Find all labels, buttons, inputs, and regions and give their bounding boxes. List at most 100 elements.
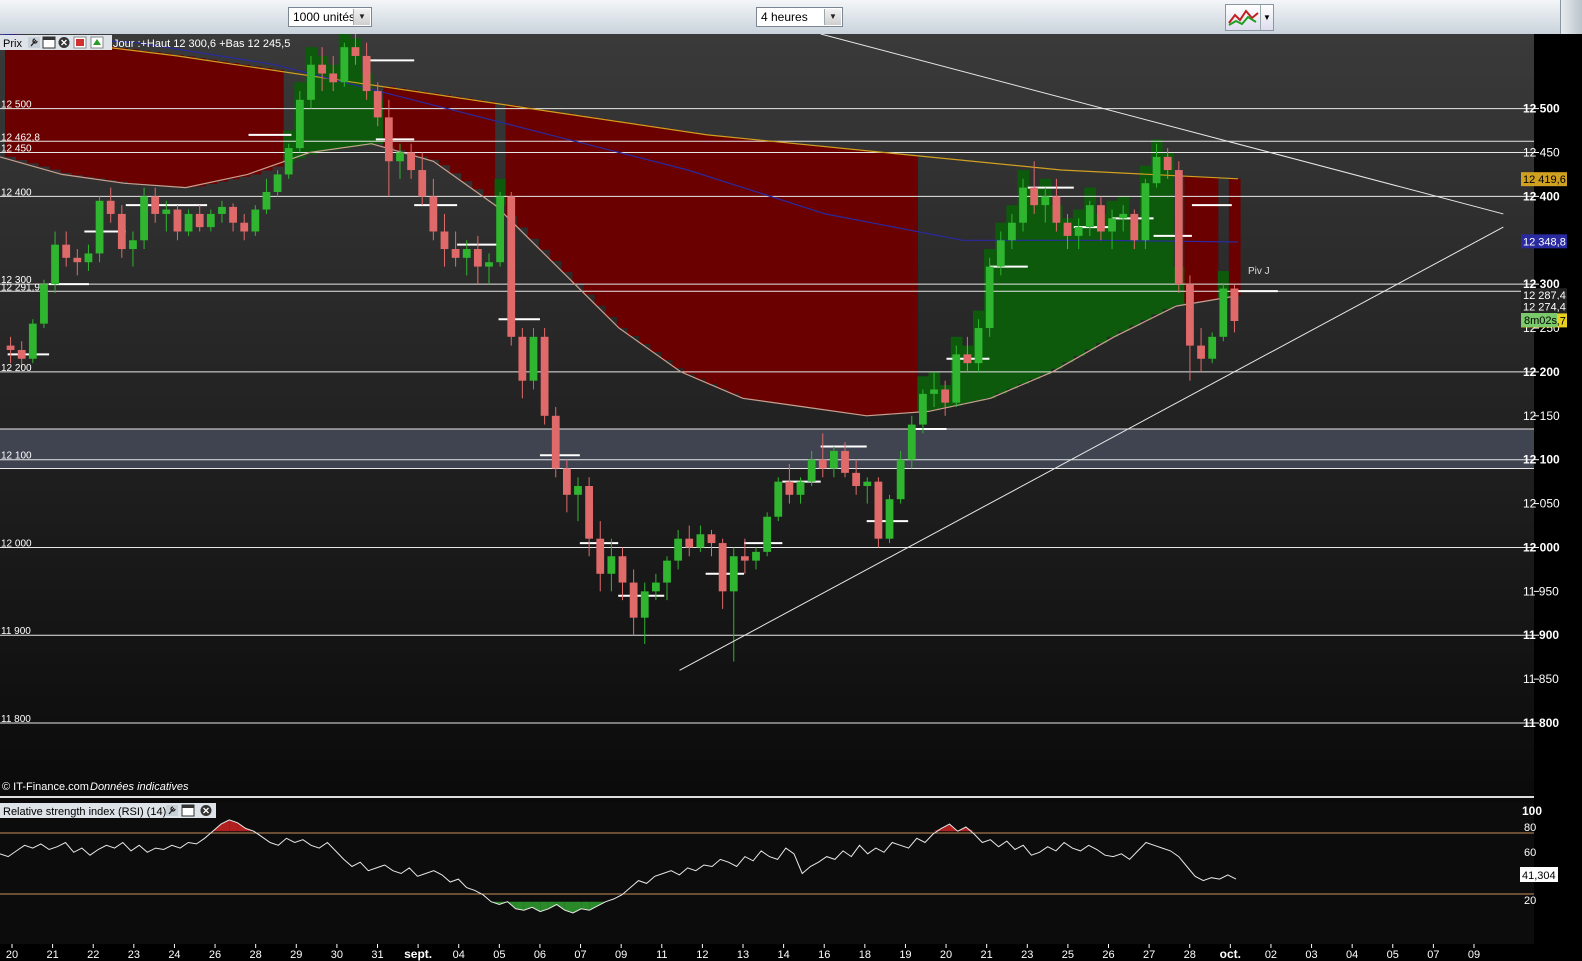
- wrench-icon[interactable]: [28, 37, 40, 48]
- candle-body: [284, 148, 293, 175]
- candle-body: [1141, 183, 1150, 241]
- x-tick-label: oct.: [1220, 947, 1241, 961]
- candle-body: [930, 389, 938, 394]
- candle-body: [740, 556, 749, 561]
- wrench-icon[interactable]: [166, 805, 178, 816]
- rsi-tick: 100: [1522, 804, 1542, 818]
- bull-zone: [1028, 187, 1041, 380]
- candle-body: [129, 240, 137, 250]
- rsi-tick: 80: [1524, 822, 1536, 834]
- candle-body: [195, 213, 204, 228]
- x-tick-label: 27: [1143, 949, 1155, 961]
- candle-body: [1052, 196, 1061, 223]
- scroll-handle[interactable]: [1560, 0, 1582, 34]
- x-tick-label: 26: [209, 949, 221, 961]
- window-icon[interactable]: [42, 36, 56, 49]
- candle-body: [496, 196, 505, 263]
- x-tick-label: 20: [940, 949, 952, 961]
- window-icon[interactable]: [181, 804, 195, 817]
- candle-body: [729, 556, 738, 592]
- candle-body: [585, 486, 594, 539]
- level-label: 12 000: [1, 538, 32, 549]
- bear-zone: [572, 115, 585, 284]
- bear-zone: [183, 56, 195, 188]
- x-tick-label: sept.: [404, 947, 432, 961]
- bear-zone: [794, 144, 807, 407]
- chart-type-button[interactable]: ▼: [1225, 4, 1274, 31]
- candle-body: [1130, 213, 1139, 241]
- candle-body: [651, 582, 660, 592]
- candle-body: [140, 196, 148, 241]
- bear-zone: [561, 113, 574, 273]
- candle-body: [1152, 156, 1161, 184]
- candle-body: [1230, 288, 1239, 322]
- bear-zone: [861, 150, 874, 416]
- bear-zone: [461, 98, 473, 182]
- candle-body: [985, 266, 994, 329]
- x-tick-label: 25: [1062, 949, 1074, 961]
- move-up-icon[interactable]: [90, 36, 104, 49]
- x-tick-label: 21: [981, 949, 993, 961]
- chevron-down-icon[interactable]: ▼: [353, 9, 370, 25]
- bear-zone: [1195, 177, 1208, 302]
- candle-body: [807, 459, 816, 482]
- bear-zone: [160, 53, 173, 186]
- interval-select[interactable]: 4 heures ▼: [756, 7, 843, 27]
- close-icon[interactable]: [58, 37, 70, 48]
- bear-zone: [772, 141, 785, 404]
- x-tick-label: 21: [46, 949, 58, 961]
- candle-body: [307, 64, 315, 100]
- candle-body: [919, 393, 927, 425]
- price-chart[interactable]: 12 50012 45012 40012 35012 30012 25012 2…: [0, 34, 1582, 803]
- y-tick-label: 12 400: [1523, 189, 1560, 203]
- candle-body: [963, 354, 972, 364]
- candle-body: [184, 213, 193, 232]
- highlight-band: [0, 428, 1534, 469]
- bear-zone: [149, 52, 162, 185]
- price-panel-header: Prix: [0, 35, 112, 50]
- y-tick-label: 12 050: [1523, 497, 1560, 511]
- candle-body: [40, 284, 48, 324]
- candle-body: [1174, 170, 1183, 285]
- candle-body: [1085, 205, 1094, 228]
- units-select[interactable]: 1000 unités ▼: [288, 7, 372, 27]
- level-label: 12 200: [1, 363, 32, 374]
- toolbar: 1000 unités ▼ 4 heures ▼ ▼: [0, 0, 1582, 35]
- bear-zone: [205, 59, 217, 185]
- bear-zone: [260, 68, 273, 171]
- bear-zone: [483, 101, 496, 198]
- bear-zone: [872, 151, 885, 416]
- bear-zone: [694, 133, 707, 380]
- bear-zone: [272, 69, 284, 167]
- candle-body: [707, 534, 716, 544]
- bear-zone: [750, 139, 763, 400]
- bear-zone: [783, 142, 796, 405]
- candle-body: [451, 249, 460, 258]
- x-tick-label: 07: [1427, 949, 1439, 961]
- bear-zone: [238, 64, 251, 177]
- chevron-down-icon[interactable]: ▼: [824, 9, 841, 25]
- candle-body: [295, 99, 304, 149]
- close-icon[interactable]: [200, 805, 212, 816]
- bear-zone: [216, 61, 229, 182]
- candle-body: [974, 328, 983, 364]
- bear-zone: [550, 111, 562, 262]
- candle-body: [117, 213, 126, 250]
- candle-body: [106, 200, 115, 214]
- candle-body: [685, 538, 694, 548]
- disclaimer-text: Données indicatives: [90, 781, 189, 793]
- candle-body: [863, 481, 872, 487]
- bear-zone: [683, 131, 696, 375]
- rsi-chart[interactable]: 100 80 60 20 41,304 Relative strength in…: [0, 803, 1582, 944]
- bear-zone: [672, 130, 685, 368]
- bear-zone: [94, 45, 106, 179]
- color-icon[interactable]: [73, 36, 87, 49]
- chevron-down-icon[interactable]: ▼: [1260, 5, 1273, 30]
- level-label: 11 800: [1, 714, 31, 725]
- x-tick-label: 16: [818, 949, 830, 961]
- x-tick-label: 26: [1102, 949, 1114, 961]
- candle-body: [696, 534, 705, 548]
- bear-zone: [539, 110, 551, 250]
- chart-type-icon: [1228, 9, 1259, 26]
- level-label: 11 900: [1, 626, 31, 637]
